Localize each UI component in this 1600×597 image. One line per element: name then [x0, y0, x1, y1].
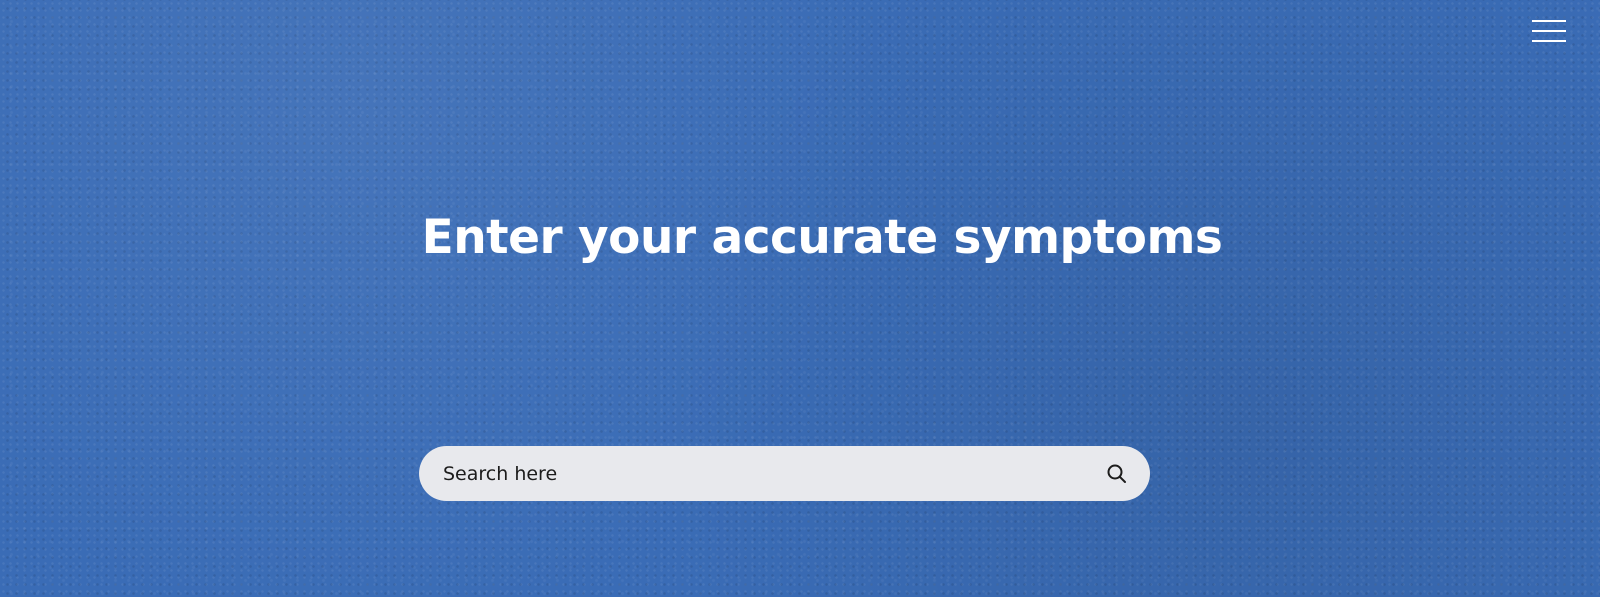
search-icon	[1107, 464, 1126, 483]
search-button[interactable]	[1105, 462, 1129, 486]
hamburger-menu-icon	[1532, 20, 1566, 22]
hamburger-menu-icon-bar	[1532, 40, 1566, 42]
hamburger-menu-icon-bar	[1532, 30, 1566, 32]
hero-section: Enter your accurate symptoms	[0, 0, 1600, 597]
hamburger-menu-button[interactable]	[1532, 20, 1566, 44]
search-input[interactable]	[443, 454, 1063, 493]
search-bar	[419, 446, 1150, 501]
page-title: Enter your accurate symptoms	[421, 210, 1223, 265]
